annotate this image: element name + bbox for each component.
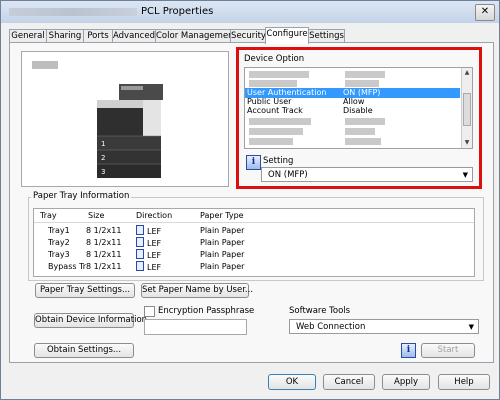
column-paper-type[interactable]: Paper Type (200, 210, 244, 221)
software-tools-value: Web Connection (296, 322, 366, 332)
properties-window: PCL Properties ✕ General Sharing Ports A… (0, 0, 500, 400)
blurred-option (249, 128, 303, 135)
blurred-option-value (345, 80, 379, 87)
encryption-label: Encryption Passphrase (158, 306, 255, 316)
encryption-checkbox[interactable] (144, 306, 155, 317)
tray-direction: LEF (147, 239, 162, 248)
tab-ports[interactable]: Ports (83, 29, 113, 43)
blurred-option-value (345, 118, 385, 125)
help-button[interactable]: Help (438, 374, 490, 390)
ok-button[interactable]: OK (268, 374, 316, 390)
column-size[interactable]: Size (88, 210, 104, 221)
info-icon[interactable]: i (246, 155, 261, 170)
tray-paper-type: Plain Paper (200, 262, 245, 271)
scroll-thumb[interactable] (463, 93, 471, 126)
lef-icon (136, 249, 144, 259)
blurred-option-value (345, 138, 381, 145)
close-button[interactable]: ✕ (475, 4, 495, 21)
scroll-down-icon[interactable]: ▼ (462, 138, 472, 148)
device-option-label: Device Option (244, 54, 305, 64)
setting-value: ON (MFP) (268, 170, 308, 180)
column-direction[interactable]: Direction (136, 210, 172, 221)
option-name: Account Track (247, 106, 303, 115)
tray-name: Tray3 (48, 250, 70, 259)
device-option-list[interactable]: User Authentication ON (MFP) Public User… (244, 67, 473, 149)
tray-size: 8 1/2x11 (86, 226, 122, 235)
scroll-up-icon[interactable]: ▲ (462, 68, 472, 78)
printer-device-image: 1 2 3 (97, 84, 163, 178)
setting-dropdown[interactable]: ON (MFP) ▼ (261, 167, 473, 182)
blurred-option (249, 71, 309, 78)
device-preview: 1 2 3 (21, 51, 229, 187)
tray-size: 8 1/2x11 (86, 250, 122, 259)
blurred-option (249, 138, 293, 145)
start-button[interactable]: Start (421, 343, 475, 358)
tray-paper-type: Plain Paper (200, 226, 245, 235)
encryption-passphrase-field[interactable] (144, 319, 247, 335)
tab-configure[interactable]: Configure (265, 27, 309, 44)
tray-paper-type: Plain Paper (200, 250, 245, 259)
lef-icon (136, 261, 144, 271)
title-bar[interactable]: PCL Properties ✕ (1, 1, 499, 23)
tab-settings[interactable]: Settings (308, 29, 345, 43)
apply-button[interactable]: Apply (382, 374, 430, 390)
option-value: Disable (343, 106, 373, 115)
tray-number-3: 3 (101, 168, 105, 176)
tray-size: 8 1/2x11 (86, 262, 122, 271)
option-row-account-track[interactable]: Account Track Disable (245, 106, 460, 116)
software-tools-label: Software Tools (289, 306, 351, 316)
lef-icon (136, 237, 144, 247)
tab-advanced[interactable]: Advanced (112, 29, 156, 43)
obtain-device-information-button[interactable]: Obtain Device Information (34, 313, 147, 328)
tray-direction: LEF (147, 227, 162, 236)
table-header: Tray Size Direction Paper Type (34, 209, 474, 223)
info-icon[interactable]: i (401, 343, 416, 358)
blurred-model-name (32, 61, 58, 69)
cancel-button[interactable]: Cancel (323, 374, 375, 390)
close-icon: ✕ (480, 6, 490, 17)
tab-security[interactable]: Security (230, 29, 267, 43)
tab-general[interactable]: General (9, 29, 47, 43)
paper-tray-label: Paper Tray Information (31, 191, 132, 201)
set-paper-name-button[interactable]: Set Paper Name by User... (141, 283, 253, 298)
chevron-down-icon: ▼ (462, 171, 468, 179)
lef-icon (136, 225, 144, 235)
tray-direction: LEF (147, 251, 162, 260)
tray-paper-type: Plain Paper (200, 238, 245, 247)
chevron-down-icon: ▼ (468, 323, 474, 331)
tray-name: Tray2 (48, 238, 70, 247)
column-tray[interactable]: Tray (40, 210, 57, 221)
obtain-settings-button[interactable]: Obtain Settings... (34, 343, 134, 358)
setting-label: Setting (263, 156, 294, 166)
window-title: PCL Properties (141, 6, 214, 17)
tray-name: Bypass Tra (48, 262, 86, 271)
option-list-scrollbar[interactable]: ▲ ▼ (461, 68, 472, 148)
paper-tray-table[interactable]: Tray Size Direction Paper Type Tray1 8 1… (33, 208, 475, 277)
tab-sharing[interactable]: Sharing (46, 29, 84, 43)
paper-tray-settings-button[interactable]: Paper Tray Settings... (35, 283, 135, 298)
tray-size: 8 1/2x11 (86, 238, 122, 247)
tray-direction: LEF (147, 263, 162, 272)
blurred-option-value (345, 71, 385, 78)
tab-color-management[interactable]: Color Management (155, 29, 237, 43)
tray-number-2: 2 (101, 154, 105, 162)
blurred-option (249, 80, 297, 87)
blurred-option (249, 118, 311, 125)
tray-name: Tray1 (48, 226, 70, 235)
blurred-printer-name (9, 8, 137, 16)
software-tools-dropdown[interactable]: Web Connection ▼ (289, 319, 479, 334)
blurred-option-value (345, 128, 375, 135)
tray-number-1: 1 (101, 140, 105, 148)
